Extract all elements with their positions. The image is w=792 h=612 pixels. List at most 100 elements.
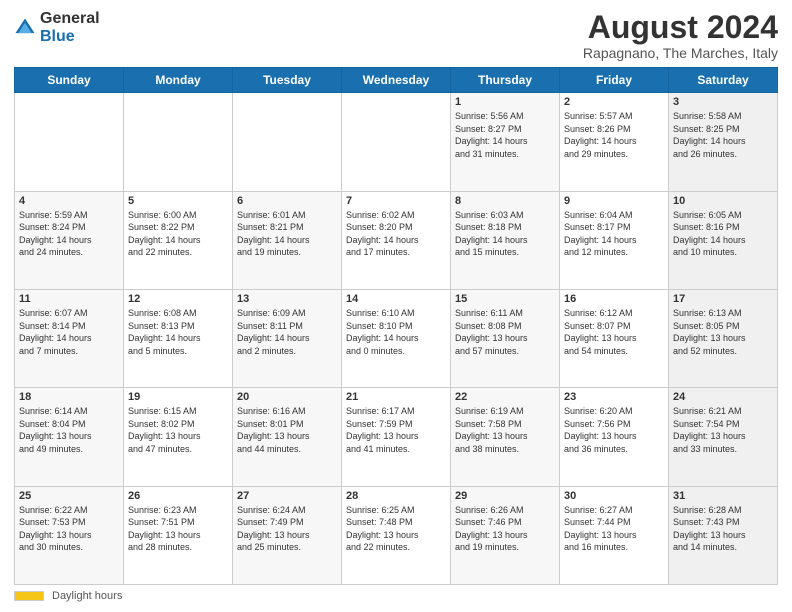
week-row-4: 25Sunrise: 6:22 AM Sunset: 7:53 PM Dayli… [15,486,778,584]
month-title: August 2024 [583,10,778,45]
weekday-thursday: Thursday [451,68,560,93]
footer: Daylight hours [14,590,778,602]
day-info: Sunrise: 6:13 AM Sunset: 8:05 PM Dayligh… [673,307,773,357]
day-number: 12 [128,293,228,305]
weekday-header-row: SundayMondayTuesdayWednesdayThursdayFrid… [15,68,778,93]
calendar-cell: 24 Sunrise: 6:21 AM Sunset: 7:54 PM Dayli… [669,388,778,486]
daylight-label: Daylight hours [52,590,122,602]
calendar-cell [124,93,233,191]
day-number: 8 [455,195,555,207]
calendar-cell: 4Sunrise: 5:59 AM Sunset: 8:24 PM Daylig… [15,191,124,289]
calendar-cell: 9 Sunrise: 6:04 AM Sunset: 8:17 PM Daylig… [560,191,669,289]
calendar-cell [15,93,124,191]
calendar-cell: 8 Sunrise: 6:03 AM Sunset: 8:18 PM Daylig… [451,191,560,289]
calendar-cell: 30Sunrise: 6:27 AM Sunset: 7:44 PM Dayli… [560,486,669,584]
calendar-cell: 13 Sunrise: 6:09 AM Sunset: 8:11 PM Dayli… [233,289,342,387]
calendar-cell: 11Sunrise: 6:07 AM Sunset: 8:14 PM Dayli… [15,289,124,387]
day-number: 30 [564,490,664,502]
logo-text: General Blue [40,10,100,45]
day-number: 24 [673,391,773,403]
weekday-saturday: Saturday [669,68,778,93]
weekday-friday: Friday [560,68,669,93]
day-number: 27 [237,490,337,502]
title-section: August 2024 Rapagnano, The Marches, Ital… [583,10,778,61]
calendar-cell: 15Sunrise: 6:11 AM Sunset: 8:08 PM Dayli… [451,289,560,387]
day-number: 31 [673,490,773,502]
calendar-cell: 29 Sunrise: 6:26 AM Sunset: 7:46 PM Dayli… [451,486,560,584]
calendar-cell: 14Sunrise: 6:10 AM Sunset: 8:10 PM Dayli… [342,289,451,387]
weekday-sunday: Sunday [15,68,124,93]
calendar-cell: 7Sunrise: 6:02 AM Sunset: 8:20 PM Daylig… [342,191,451,289]
day-number: 18 [19,391,119,403]
day-info: Sunrise: 6:07 AM Sunset: 8:14 PM Dayligh… [19,307,119,357]
day-number: 16 [564,293,664,305]
calendar-cell: 12Sunrise: 6:08 AM Sunset: 8:13 PM Dayli… [124,289,233,387]
daylight-bar-icon [14,591,44,601]
day-number: 19 [128,391,228,403]
day-info: Sunrise: 5:57 AM Sunset: 8:26 PM Dayligh… [564,110,664,160]
calendar-cell: 31Sunrise: 6:28 AM Sunset: 7:43 PM Dayli… [669,486,778,584]
day-info: Sunrise: 5:58 AM Sunset: 8:25 PM Dayligh… [673,110,773,160]
day-number: 21 [346,391,446,403]
calendar-cell: 10Sunrise: 6:05 AM Sunset: 8:16 PM Dayli… [669,191,778,289]
day-info: Sunrise: 6:21 AM Sunset: 7:54 PM Dayligh… [673,405,773,455]
day-number: 17 [673,293,773,305]
day-number: 28 [346,490,446,502]
day-number: 1 [455,96,555,108]
weekday-tuesday: Tuesday [233,68,342,93]
calendar-cell: 16 Sunrise: 6:12 AM Sunset: 8:07 PM Dayli… [560,289,669,387]
day-number: 23 [564,391,664,403]
day-info: Sunrise: 6:26 AM Sunset: 7:46 PM Dayligh… [455,504,555,554]
calendar-cell: 3 Sunrise: 5:58 AM Sunset: 8:25 PM Daylig… [669,93,778,191]
calendar-cell: 22Sunrise: 6:19 AM Sunset: 7:58 PM Dayli… [451,388,560,486]
day-info: Sunrise: 6:03 AM Sunset: 8:18 PM Dayligh… [455,209,555,259]
calendar-cell: 25Sunrise: 6:22 AM Sunset: 7:53 PM Dayli… [15,486,124,584]
calendar-cell [342,93,451,191]
location: Rapagnano, The Marches, Italy [583,45,778,61]
day-info: Sunrise: 6:24 AM Sunset: 7:49 PM Dayligh… [237,504,337,554]
day-number: 3 [673,96,773,108]
logo: General Blue [14,10,100,45]
calendar-cell: 21 Sunrise: 6:17 AM Sunset: 7:59 PM Dayli… [342,388,451,486]
day-info: Sunrise: 6:25 AM Sunset: 7:48 PM Dayligh… [346,504,446,554]
calendar-cell: 1 Sunrise: 5:56 AM Sunset: 8:27 PM Daylig… [451,93,560,191]
calendar-cell: 17 Sunrise: 6:13 AM Sunset: 8:05 PM Dayli… [669,289,778,387]
day-info: Sunrise: 6:05 AM Sunset: 8:16 PM Dayligh… [673,209,773,259]
day-info: Sunrise: 6:15 AM Sunset: 8:02 PM Dayligh… [128,405,228,455]
logo-general: General [40,10,100,28]
calendar-cell: 27 Sunrise: 6:24 AM Sunset: 7:49 PM Dayli… [233,486,342,584]
day-number: 2 [564,96,664,108]
week-row-1: 4Sunrise: 5:59 AM Sunset: 8:24 PM Daylig… [15,191,778,289]
calendar-cell: 5 Sunrise: 6:00 AM Sunset: 8:22 PM Daylig… [124,191,233,289]
day-number: 9 [564,195,664,207]
week-row-0: 1 Sunrise: 5:56 AM Sunset: 8:27 PM Daylig… [15,93,778,191]
day-number: 29 [455,490,555,502]
day-number: 22 [455,391,555,403]
calendar-cell [233,93,342,191]
calendar-cell: 28 Sunrise: 6:25 AM Sunset: 7:48 PM Dayli… [342,486,451,584]
calendar-cell: 6 Sunrise: 6:01 AM Sunset: 8:21 PM Daylig… [233,191,342,289]
day-number: 6 [237,195,337,207]
day-info: Sunrise: 6:00 AM Sunset: 8:22 PM Dayligh… [128,209,228,259]
day-number: 13 [237,293,337,305]
day-info: Sunrise: 6:09 AM Sunset: 8:11 PM Dayligh… [237,307,337,357]
day-info: Sunrise: 6:17 AM Sunset: 7:59 PM Dayligh… [346,405,446,455]
day-info: Sunrise: 6:22 AM Sunset: 7:53 PM Dayligh… [19,504,119,554]
day-number: 26 [128,490,228,502]
day-info: Sunrise: 6:02 AM Sunset: 8:20 PM Dayligh… [346,209,446,259]
day-info: Sunrise: 6:01 AM Sunset: 8:21 PM Dayligh… [237,209,337,259]
day-number: 20 [237,391,337,403]
header: General Blue August 2024 Rapagnano, The … [14,10,778,61]
page: General Blue August 2024 Rapagnano, The … [0,0,792,612]
day-info: Sunrise: 6:12 AM Sunset: 8:07 PM Dayligh… [564,307,664,357]
calendar-cell: 26 Sunrise: 6:23 AM Sunset: 7:51 PM Dayli… [124,486,233,584]
calendar-cell: 18Sunrise: 6:14 AM Sunset: 8:04 PM Dayli… [15,388,124,486]
day-info: Sunrise: 6:11 AM Sunset: 8:08 PM Dayligh… [455,307,555,357]
day-number: 5 [128,195,228,207]
day-info: Sunrise: 5:56 AM Sunset: 8:27 PM Dayligh… [455,110,555,160]
week-row-3: 18Sunrise: 6:14 AM Sunset: 8:04 PM Dayli… [15,388,778,486]
calendar-cell: 19 Sunrise: 6:15 AM Sunset: 8:02 PM Dayli… [124,388,233,486]
logo-icon [14,17,36,39]
day-info: Sunrise: 6:04 AM Sunset: 8:17 PM Dayligh… [564,209,664,259]
day-info: Sunrise: 6:23 AM Sunset: 7:51 PM Dayligh… [128,504,228,554]
